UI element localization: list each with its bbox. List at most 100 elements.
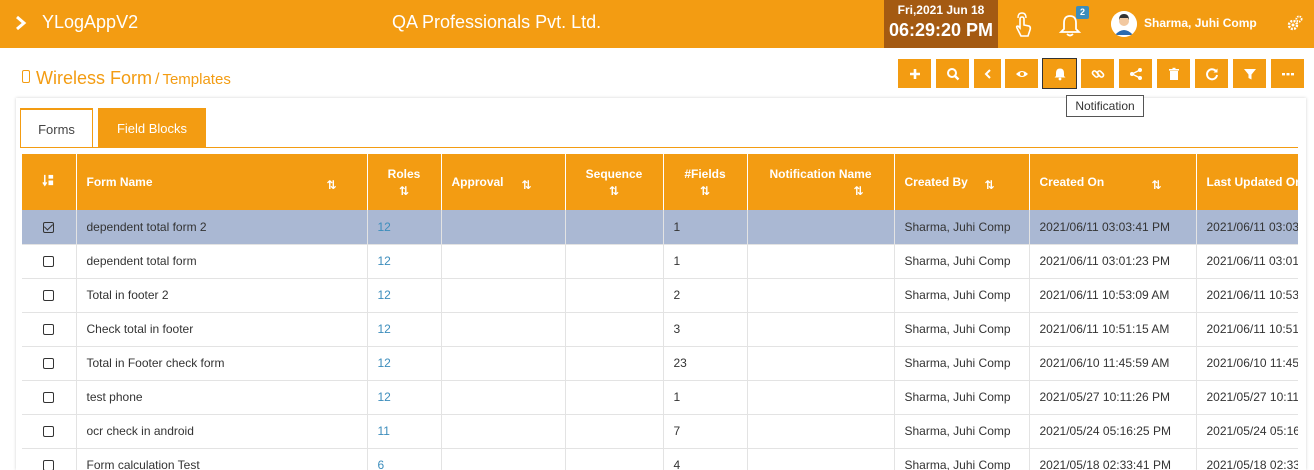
row-checkbox[interactable]: [43, 256, 55, 268]
updated-on-cell: 2021/06/10 11:45:59 AM: [1196, 346, 1298, 381]
created-on-cell: 2021/05/27 10:11:26 PM: [1029, 380, 1197, 415]
col-created-by[interactable]: Created By ⇅: [894, 154, 1030, 210]
created-by-cell: Sharma, Juhi Comp: [894, 414, 1030, 449]
touch-icon[interactable]: [1012, 10, 1034, 38]
created-by-cell: Sharma, Juhi Comp: [894, 210, 1030, 245]
search-button[interactable]: [935, 58, 970, 89]
tab-divider: [20, 147, 1298, 148]
roles-cell[interactable]: 12: [367, 312, 442, 347]
user-name[interactable]: Sharma, Juhi Comp: [1144, 16, 1257, 30]
row-checkbox[interactable]: [43, 358, 55, 370]
top-bar: YLogAppV2 QA Professionals Pvt. Ltd. Fri…: [0, 0, 1314, 48]
clock: Fri,2021 Jun 18 06:29:20 PM: [884, 0, 998, 48]
link-button[interactable]: [1080, 58, 1115, 89]
col-created-on[interactable]: Created On ⇅: [1029, 154, 1197, 210]
row-checkbox[interactable]: [43, 222, 55, 234]
updated-on-cell: 2021/05/24 05:16:25 PM: [1196, 414, 1298, 449]
settings-gears-icon[interactable]: [1287, 15, 1303, 31]
roles-cell[interactable]: 12: [367, 346, 442, 381]
search-icon: [946, 67, 959, 80]
created-on-cell: 2021/05/18 02:33:41 PM: [1029, 448, 1197, 470]
sequence-cell: [565, 346, 664, 381]
table-row[interactable]: Check total in footer 12 3 Sharma, Juhi Com…: [22, 312, 1298, 347]
tab-field-blocks[interactable]: Field Blocks: [98, 108, 206, 148]
delete-button[interactable]: [1156, 58, 1191, 89]
col-fields[interactable]: #Fields ⇅: [663, 154, 748, 210]
col-sequence[interactable]: Sequence ⇅: [565, 154, 664, 210]
row-checkbox[interactable]: [43, 392, 55, 404]
row-checkbox-cell: [22, 380, 77, 415]
view-button[interactable]: [1004, 58, 1039, 89]
link-icon: [1091, 69, 1104, 78]
sort-icon[interactable]: ⇅: [327, 178, 337, 192]
notification-button[interactable]: [1042, 58, 1077, 89]
approval-cell: [441, 312, 566, 347]
table-row[interactable]: test phone 12 1 Sharma, Juhi Comp 2021/05/27…: [22, 380, 1298, 415]
table-row[interactable]: dependent total form 2 12 1 Sharma, Juhi Co…: [22, 210, 1298, 245]
notification-cell: [747, 414, 895, 449]
roles-cell[interactable]: 6: [367, 448, 442, 470]
row-checkbox[interactable]: [43, 324, 55, 336]
notification-cell: [747, 448, 895, 470]
table-row[interactable]: Form calculation Test 6 4 Sharma, Juhi Comp…: [22, 448, 1298, 470]
col-approval[interactable]: Approval ⇅: [441, 154, 566, 210]
user-avatar[interactable]: [1111, 11, 1137, 37]
updated-on-cell: 2021/06/11 10:51:15 AM: [1196, 312, 1298, 347]
form-name-cell: Form calculation Test: [76, 448, 368, 470]
table-row[interactable]: dependent total form 12 1 Sharma, Juhi Comp…: [22, 244, 1298, 279]
filter-button[interactable]: [1232, 58, 1267, 89]
sort-select-icon[interactable]: [42, 174, 55, 187]
col-notification-name[interactable]: Notification Name ⇅: [747, 154, 895, 210]
updated-on-cell: 2021/05/27 10:11:26 PM: [1196, 380, 1298, 415]
roles-cell[interactable]: 12: [367, 380, 442, 415]
refresh-button[interactable]: [1194, 58, 1229, 89]
table-row[interactable]: Total in footer 2 12 2 Sharma, Juhi Comp 202…: [22, 278, 1298, 313]
col-roles[interactable]: Roles ⇅: [367, 154, 442, 210]
tab-forms[interactable]: Forms: [20, 108, 93, 148]
bell-icon: [1054, 68, 1065, 80]
sidebar-toggle-icon[interactable]: [14, 12, 28, 34]
add-button[interactable]: [897, 58, 932, 89]
table-row[interactable]: ocr check in android 11 7 Sharma, Juhi Comp…: [22, 414, 1298, 449]
roles-cell[interactable]: 11: [367, 414, 442, 449]
col-fields-label: #Fields: [684, 166, 726, 181]
sort-icon[interactable]: ⇅: [576, 184, 653, 198]
sort-icon[interactable]: ⇅: [758, 184, 884, 198]
back-button[interactable]: [973, 58, 1002, 89]
refresh-icon: [1205, 67, 1218, 80]
table-row[interactable]: Total in Footer check form 12 23 Sharma, Ju…: [22, 346, 1298, 381]
notification-cell: [747, 346, 895, 381]
eye-icon: [1015, 70, 1028, 77]
breadcrumb-subtitle[interactable]: Templates: [162, 71, 230, 88]
more-button[interactable]: [1270, 58, 1305, 89]
col-last-updated-on-label: Last Updated On: [1206, 175, 1299, 189]
created-on-cell: 2021/06/10 11:45:59 AM: [1029, 346, 1197, 381]
sort-icon[interactable]: ⇅: [985, 178, 995, 192]
sort-icon[interactable]: ⇅: [1152, 178, 1162, 192]
roles-cell[interactable]: 12: [367, 244, 442, 279]
updated-on-cell: 2021/06/11 03:01:23 PM: [1196, 244, 1298, 279]
row-checkbox[interactable]: [43, 460, 55, 470]
share-button[interactable]: [1118, 58, 1153, 89]
row-checkbox[interactable]: [43, 426, 55, 438]
forms-table-wrapper: Form Name ⇅ Roles ⇅ Approval ⇅ Sequence ⇅ #F…: [22, 154, 1298, 470]
roles-cell[interactable]: 12: [367, 278, 442, 313]
sort-icon[interactable]: ⇅: [378, 184, 431, 198]
sort-icon[interactable]: ⇅: [522, 178, 532, 192]
select-all-header[interactable]: [22, 154, 77, 210]
col-form-name[interactable]: Form Name ⇅: [76, 154, 368, 210]
roles-cell[interactable]: 12: [367, 210, 442, 245]
row-checkbox[interactable]: [43, 290, 55, 302]
col-notification-name-label: Notification Name: [769, 166, 872, 181]
approval-cell: [441, 414, 566, 449]
created-on-cell: 2021/06/11 03:03:41 PM: [1029, 210, 1197, 245]
sort-icon[interactable]: ⇅: [674, 184, 737, 198]
sequence-cell: [565, 312, 664, 347]
approval-cell: [441, 278, 566, 313]
col-last-updated-on[interactable]: Last Updated On: [1196, 154, 1298, 210]
table-header-row: Form Name ⇅ Roles ⇅ Approval ⇅ Sequence ⇅ #F…: [22, 154, 1298, 210]
created-by-cell: Sharma, Juhi Comp: [894, 312, 1030, 347]
col-sequence-label: Sequence: [585, 166, 643, 181]
share-icon: [1129, 67, 1142, 80]
created-on-cell: 2021/05/24 05:16:25 PM: [1029, 414, 1197, 449]
